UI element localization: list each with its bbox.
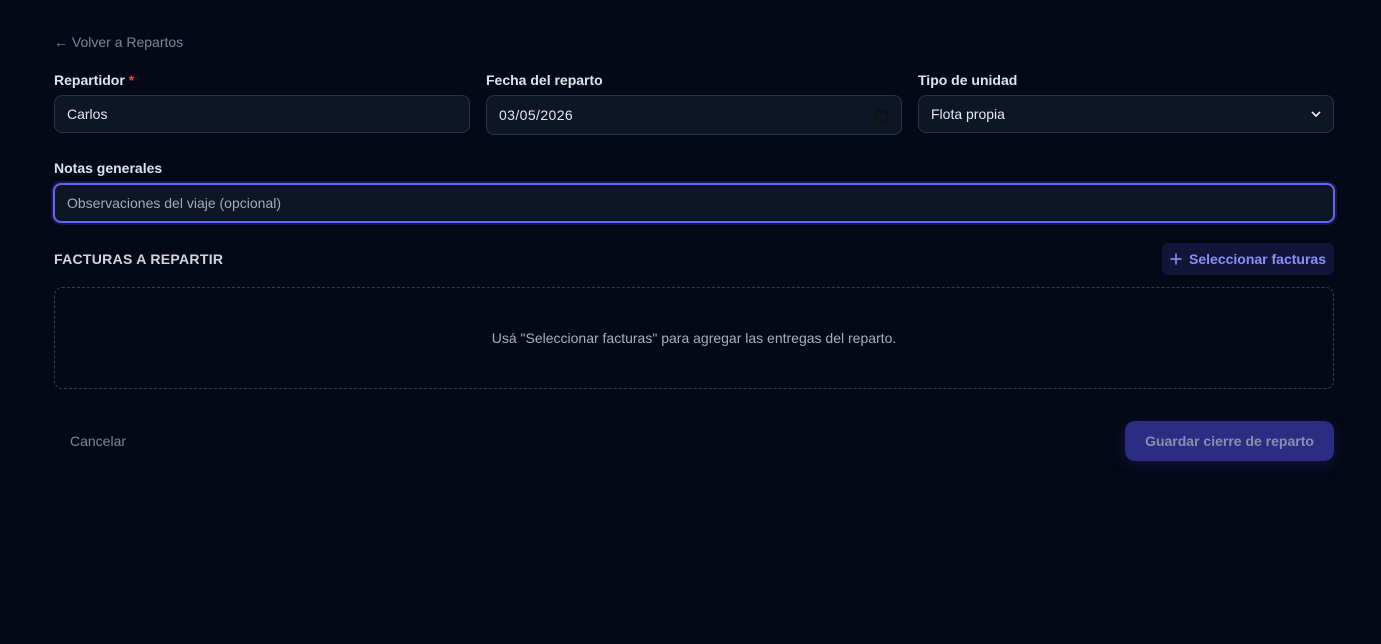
tipo-unidad-select[interactable]: Flota propia	[918, 95, 1334, 133]
repartidor-field: Repartidor * Carlos	[54, 71, 470, 133]
facturas-empty-state: Usá "Seleccionar facturas" para agregar …	[54, 287, 1334, 389]
repartidor-label: Repartidor *	[54, 71, 470, 89]
back-link[interactable]: ← Volver a Repartos	[54, 34, 183, 50]
save-button[interactable]: Guardar cierre de reparto	[1125, 421, 1334, 461]
required-mark: *	[128, 72, 135, 88]
tipo-unidad-field: Tipo de unidad Flota propia	[918, 71, 1334, 133]
tipo-unidad-label: Tipo de unidad	[918, 72, 1018, 88]
fecha-value: 03/05/2026	[499, 107, 574, 123]
notas-field: Notas generales Observaciones del viaje …	[53, 159, 1335, 223]
empty-message: Usá "Seleccionar facturas" para agregar …	[491, 330, 897, 346]
repartidor-input[interactable]: Carlos	[54, 95, 470, 133]
fecha-label: Fecha del reparto	[486, 72, 603, 88]
back-link-label: ← Volver a Repartos	[54, 34, 184, 50]
plus-icon	[1170, 253, 1182, 265]
notas-input[interactable]: Observaciones del viaje (opcional)	[53, 183, 1335, 223]
chevron-down-icon	[1311, 110, 1321, 118]
select-facturas-label: Seleccionar facturas	[1189, 251, 1326, 267]
save-button-label: Guardar cierre de reparto	[1145, 433, 1314, 449]
repartidor-label-text: Repartidor	[54, 72, 125, 88]
notas-placeholder: Observaciones del viaje (opcional)	[67, 195, 281, 211]
repartidor-value: Carlos	[67, 106, 108, 122]
calendar-icon[interactable]	[875, 108, 889, 122]
fecha-input[interactable]: 03/05/2026	[486, 95, 902, 135]
tipo-unidad-value: Flota propia	[931, 106, 1005, 122]
page: ← Volver a Repartos Repartidor * Carlos …	[0, 0, 1381, 644]
fecha-field: Fecha del reparto 03/05/2026	[486, 71, 902, 135]
select-facturas-button[interactable]: Seleccionar facturas	[1162, 243, 1334, 275]
notas-label: Notas generales	[54, 160, 163, 176]
facturas-title: FACTURAS A REPARTIR	[54, 251, 224, 267]
cancel-button[interactable]: Cancelar	[70, 433, 126, 449]
